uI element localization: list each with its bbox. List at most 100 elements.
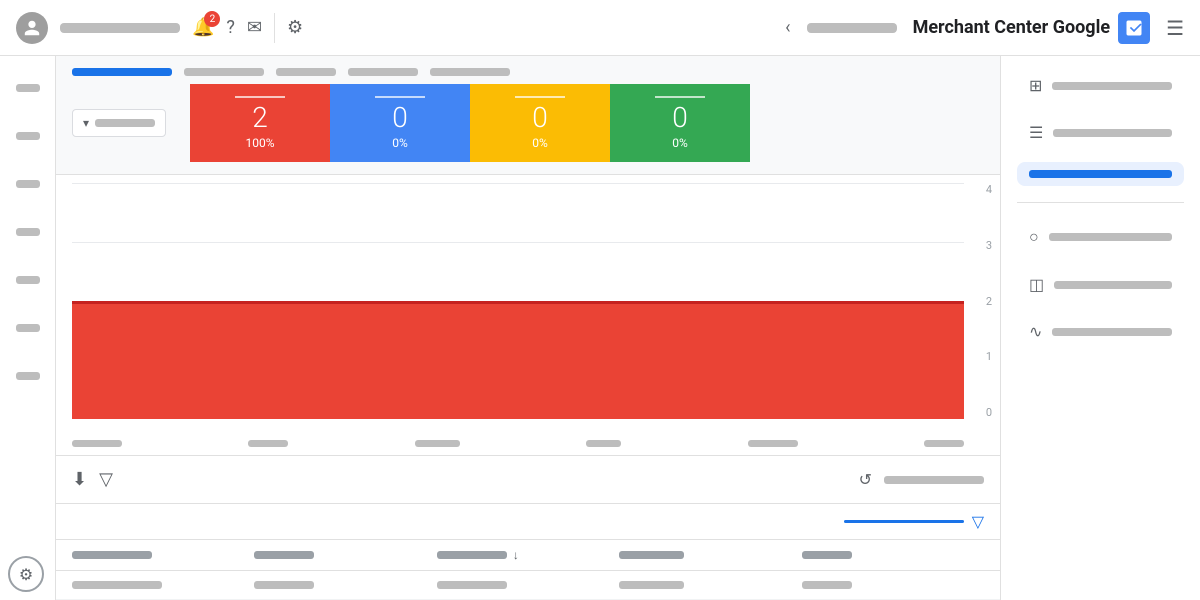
help-icon[interactable]: ? [226, 17, 235, 38]
y-label-1: 1 [986, 350, 992, 363]
top-navigation: 🔔 2 ? ✉ ⚙ ‹ Merchant Center Google ☰ [0, 0, 1200, 56]
nav-divider [274, 13, 275, 43]
user-avatar[interactable] [16, 12, 48, 44]
y-label-4: 4 [986, 183, 992, 196]
menu-icon[interactable]: ☰ [1166, 16, 1184, 40]
status-pct-yellow: 0% [532, 136, 548, 150]
refresh-label [884, 476, 984, 484]
th-col-5 [802, 548, 984, 562]
y-label-3: 3 [986, 239, 992, 252]
chart-bar-red [72, 301, 964, 419]
sidebar-item-3[interactable] [8, 164, 48, 204]
nav-right: ‹ Merchant Center Google ☰ [785, 12, 1184, 44]
status-count-red: 2 [252, 104, 268, 132]
notifications-btn[interactable]: 🔔 2 [192, 17, 214, 38]
table-header: ↓ [56, 540, 1000, 571]
sidebar-item-7[interactable] [8, 356, 48, 396]
gear-icon: ⚙ [19, 565, 33, 584]
status-pct-red: 100% [246, 136, 275, 150]
status-card-green[interactable]: 0 0% [610, 84, 750, 162]
td-5 [802, 581, 984, 589]
th-col-4 [619, 548, 801, 562]
status-count-blue: 0 [392, 104, 408, 132]
th-col-1 [72, 548, 254, 562]
tab-placeholder-3 [348, 68, 418, 76]
card-label-line [235, 96, 285, 98]
x-label-4 [586, 440, 621, 447]
gear-button[interactable]: ⚙ [8, 556, 44, 592]
th-text-2 [254, 551, 314, 559]
back-button[interactable]: ‹ [785, 17, 790, 38]
card-label-line-green [655, 96, 705, 98]
x-label-5 [748, 440, 798, 447]
y-label-2: 2 [986, 295, 992, 308]
rs-label-2 [1053, 129, 1172, 137]
card-label-line-blue [375, 96, 425, 98]
filter-icon[interactable]: ▽ [99, 469, 113, 490]
list-icon: ☰ [1029, 123, 1043, 142]
table-filter-bar: ▽ [56, 504, 1000, 540]
table-filter-icon[interactable]: ▽ [972, 512, 984, 531]
status-pct-green: 0% [672, 136, 688, 150]
status-card-blue[interactable]: 0 0% [330, 84, 470, 162]
dashboard-icon: ⊞ [1029, 76, 1042, 95]
mail-icon[interactable]: ✉ [247, 17, 262, 38]
right-sidebar: ⊞ ☰ ○ ◫ ∿ [1000, 56, 1200, 600]
sort-icon[interactable]: ↓ [513, 548, 519, 562]
refresh-icon[interactable]: ↺ [859, 470, 872, 489]
nav-placeholder [807, 23, 897, 33]
y-axis-labels: 4 3 2 1 0 [986, 183, 992, 419]
rs-label-3 [1049, 233, 1172, 241]
gridline-4 [72, 183, 964, 184]
gridline-3 [72, 242, 964, 243]
x-label-6 [924, 440, 964, 447]
sidebar-item-4[interactable] [8, 212, 48, 252]
rs-label-4 [1054, 281, 1172, 289]
rs-item-list[interactable]: ☰ [1017, 115, 1184, 150]
td-3 [437, 581, 619, 589]
mc-app-icon [1118, 12, 1150, 44]
tab-placeholder-2 [276, 68, 336, 76]
dropdown-arrow: ▾ [83, 116, 89, 130]
status-card-red[interactable]: 2 100% [190, 84, 330, 162]
rs-item-circle[interactable]: ○ [1017, 219, 1184, 255]
nav-account-name [60, 23, 180, 33]
sidebar-item-2[interactable] [8, 116, 48, 156]
x-label-3 [415, 440, 460, 447]
main-content: ▾ 2 100% 0 0% [56, 56, 1000, 600]
filter-dropdown[interactable]: ▾ [72, 109, 166, 137]
td-4 [619, 581, 801, 589]
th-col-2 [254, 548, 436, 562]
main-layout: ▾ 2 100% 0 0% [0, 56, 1200, 600]
rs-item-trend[interactable]: ∿ [1017, 314, 1184, 349]
box-icon: ◫ [1029, 275, 1044, 294]
rs-label-active [1029, 170, 1172, 178]
th-col-3: ↓ [437, 548, 619, 562]
status-card-yellow[interactable]: 0 0% [470, 84, 610, 162]
sidebar-item-1[interactable] [8, 68, 48, 108]
y-label-0: 0 [986, 406, 992, 419]
dropdown-label [95, 119, 155, 127]
rs-item-dashboard[interactable]: ⊞ [1017, 68, 1184, 103]
chart-container: 4 3 2 1 0 [56, 175, 1000, 455]
sidebar-item-6[interactable] [8, 308, 48, 348]
bottom-toolbar: ⬇ ▽ ↺ [56, 455, 1000, 503]
table-row[interactable] [56, 571, 1000, 600]
sidebar-item-5[interactable] [8, 260, 48, 300]
settings-icon[interactable]: ⚙ [287, 17, 303, 38]
th-text-4 [619, 551, 684, 559]
rs-item-active[interactable] [1017, 162, 1184, 186]
rs-label-5 [1052, 328, 1172, 336]
td-2 [254, 581, 436, 589]
circle-icon: ○ [1029, 227, 1039, 247]
status-count-yellow: 0 [532, 104, 548, 132]
mc-title: Merchant Center Google [913, 17, 1110, 38]
active-tab-indicator [72, 68, 172, 76]
th-text-5 [802, 551, 852, 559]
rs-item-box[interactable]: ◫ [1017, 267, 1184, 302]
nav-left: 🔔 2 ? ✉ ⚙ [16, 12, 769, 44]
rs-divider [1017, 202, 1184, 203]
status-count-green: 0 [672, 104, 688, 132]
status-pct-blue: 0% [392, 136, 408, 150]
download-icon[interactable]: ⬇ [72, 469, 87, 490]
